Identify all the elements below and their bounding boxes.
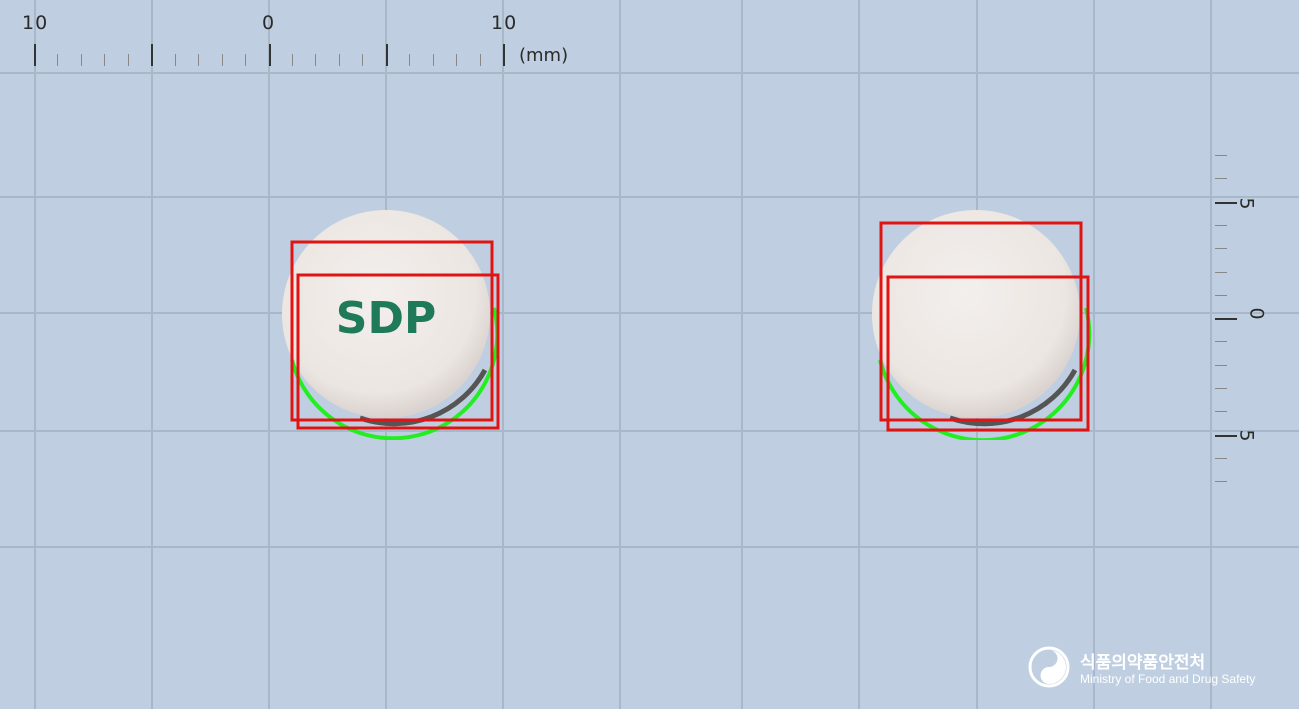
grid-line xyxy=(34,0,36,709)
grid-line xyxy=(1210,0,1212,709)
ruler-major-tick xyxy=(503,44,505,66)
ruler-minor-tick xyxy=(1215,224,1227,226)
grid-line xyxy=(619,0,621,709)
ruler-minor-tick xyxy=(127,54,129,66)
ruler-label: 5 xyxy=(1235,197,1258,211)
ruler-minor-tick xyxy=(1215,294,1227,296)
grid-line xyxy=(0,72,1299,74)
ruler-minor-tick xyxy=(1215,155,1227,156)
ruler-label: 0 xyxy=(1245,307,1268,321)
tablet-body xyxy=(872,210,1080,418)
ruler-minor-tick xyxy=(456,54,458,66)
ruler-label: 0 xyxy=(262,12,276,34)
grid-line xyxy=(0,196,1299,198)
ruler-minor-tick xyxy=(1215,388,1227,389)
ruler-major-tick xyxy=(151,44,154,66)
ruler-minor-tick xyxy=(432,54,434,66)
ruler-major-tick xyxy=(1215,318,1237,321)
ruler-minor-tick xyxy=(315,54,317,66)
ruler-minor-tick xyxy=(1215,271,1227,273)
ministry-name-korean: 식품의약품안전처 xyxy=(1080,653,1206,673)
grid-line xyxy=(741,0,743,709)
ministry-name-english: Ministry of Food and Drug Safety xyxy=(1080,672,1256,686)
ruler-minor-tick xyxy=(221,54,223,66)
grid-line xyxy=(0,312,1299,314)
ministry-emblem-icon xyxy=(1028,646,1070,688)
tablet-imprint: SDP xyxy=(336,293,436,344)
grid-line xyxy=(0,546,1299,548)
ruler-minor-tick xyxy=(1215,457,1227,459)
ruler-major-tick xyxy=(385,44,388,66)
ruler-minor-tick xyxy=(245,54,247,66)
grid-line xyxy=(151,0,153,709)
ruler-minor-tick xyxy=(409,54,411,66)
ruler-minor-tick xyxy=(174,54,176,66)
tablet-plain xyxy=(872,210,1092,440)
ruler-minor-tick xyxy=(57,54,59,66)
tablet-with-imprint: SDP xyxy=(282,210,500,440)
background-grid xyxy=(0,0,1299,709)
ruler-minor-tick xyxy=(198,54,200,66)
ruler-label: 10 xyxy=(22,12,49,34)
ruler-minor-tick xyxy=(1215,364,1227,366)
ruler-minor-tick xyxy=(1215,411,1227,413)
ruler-minor-tick xyxy=(1215,178,1227,180)
ruler-major-tick xyxy=(1215,434,1237,437)
ruler-major-tick xyxy=(268,44,271,66)
ruler-label: 5 xyxy=(1235,429,1258,443)
ruler-minor-tick xyxy=(104,54,106,66)
ruler-minor-tick xyxy=(479,54,481,66)
ruler-minor-tick xyxy=(291,54,293,66)
ruler-unit: (mm) xyxy=(519,45,569,66)
ruler-label: 10 xyxy=(491,12,518,34)
ruler-major-tick xyxy=(1215,201,1237,204)
ruler-minor-tick xyxy=(1215,248,1227,250)
ruler-minor-tick xyxy=(362,54,364,66)
grid-line xyxy=(0,430,1299,432)
ruler-minor-tick xyxy=(1215,341,1227,343)
ruler-major-tick xyxy=(34,44,36,66)
ministry-logo: 식품의약품안전처 Ministry of Food and Drug Safet… xyxy=(1028,644,1288,694)
ruler-minor-tick xyxy=(338,54,340,66)
ruler-minor-tick xyxy=(80,54,82,66)
ruler-minor-tick xyxy=(1215,481,1227,483)
